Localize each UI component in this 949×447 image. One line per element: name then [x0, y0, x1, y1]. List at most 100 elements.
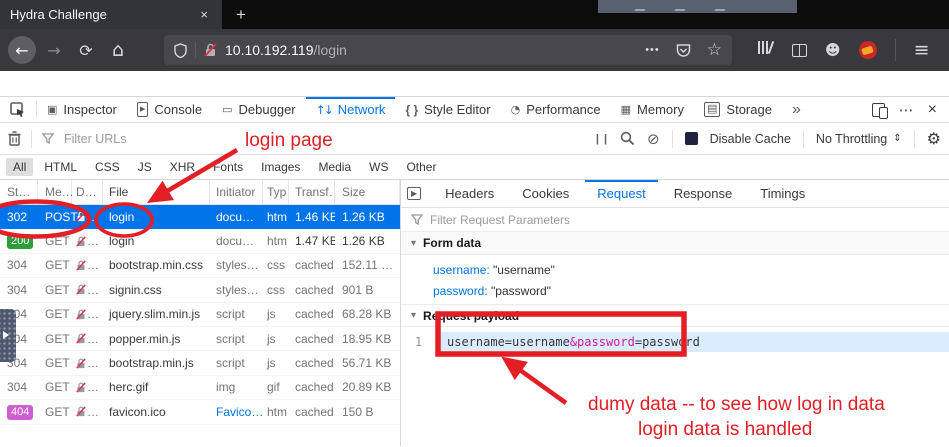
tab-timings[interactable]: Timings — [748, 180, 817, 207]
pick-element-button[interactable] — [0, 97, 36, 122]
list-item[interactable]: username: "username" — [433, 260, 949, 281]
extension-icon[interactable] — [858, 41, 877, 59]
request-list-header[interactable]: St… Me… D… File Initiator Typ Transf… Si… — [0, 180, 400, 205]
domain-cell: … — [72, 283, 103, 297]
col-method[interactable]: Me… — [38, 180, 74, 204]
tab-title: Hydra Challenge — [10, 7, 107, 22]
table-row[interactable]: 200 GET … login docu… htm 1.47 KB 1.26 K… — [0, 229, 400, 254]
reload-button[interactable]: ⟳ — [72, 36, 100, 64]
split-panel-toggle-icon[interactable]: ▶ — [407, 187, 422, 200]
filter-all[interactable]: All — [6, 158, 34, 176]
request-payload-section-header[interactable]: ▾ Request payload — [401, 304, 949, 327]
list-item[interactable]: password: "password" — [433, 281, 949, 302]
sidebar-icon[interactable] — [792, 43, 807, 57]
tab-storage[interactable]: ▤ Storage — [694, 97, 782, 122]
size-cell: 152.11 … — [342, 258, 394, 273]
status-cell: 304 — [7, 282, 28, 297]
table-row[interactable]: 302 POST … login docu… htm 1.46 KB 1.26 … — [0, 205, 400, 230]
table-row[interactable]: 304 GET … herc.gif img gif cached 20.89 … — [0, 376, 400, 401]
tab-label: Performance — [526, 102, 601, 117]
table-row[interactable]: 304 GET … jquery.slim.min.js script js c… — [0, 303, 400, 327]
tab-style-editor[interactable]: { } Style Editor — [395, 97, 500, 122]
tab-debugger[interactable]: ▭ Debugger — [212, 97, 306, 122]
request-payload-source[interactable]: 1 username=username&password=password — [401, 332, 949, 352]
page-actions-icon[interactable]: ••• — [645, 44, 660, 56]
payload-code-line[interactable]: username=username&password=password — [437, 332, 949, 352]
devtools-more-icon[interactable]: ⋯ — [899, 101, 914, 119]
table-row[interactable]: 304 GET … bootstrap.min.js script js cac… — [0, 351, 400, 376]
filter-media[interactable]: Media — [311, 158, 358, 176]
home-button[interactable]: ⌂ — [104, 36, 132, 64]
disable-cache-checkbox[interactable] — [684, 132, 698, 145]
toolbar-divider — [671, 129, 673, 148]
table-row[interactable]: 304 GET … signin.css styles… css cached … — [0, 278, 400, 303]
shield-icon[interactable] — [174, 42, 187, 58]
filter-js[interactable]: JS — [131, 158, 159, 176]
col-transferred[interactable]: Transf… — [289, 180, 335, 204]
initiator-cell: script — [216, 307, 245, 322]
tab-response[interactable]: Response — [662, 180, 745, 207]
size-cell: 18.95 KB — [342, 331, 392, 346]
filter-fonts[interactable]: Fonts — [206, 158, 250, 176]
param-name: username: — [433, 263, 490, 277]
table-row[interactable]: 304 GET … bootstrap.min.css styles… css … — [0, 254, 400, 279]
initiator-cell: img — [216, 380, 236, 395]
tab-label: Memory — [637, 102, 684, 117]
tab-request[interactable]: Request — [585, 180, 657, 207]
responsive-design-icon[interactable] — [871, 102, 888, 119]
pause-recording-icon[interactable]: | | — [596, 133, 608, 145]
initiator-link[interactable]: Favico… — [210, 405, 263, 419]
tab-inspector[interactable]: ▣ Inspector — [37, 97, 127, 122]
new-tab-button[interactable]: + — [222, 0, 260, 29]
back-button[interactable]: ← — [8, 36, 36, 64]
disable-cache-label[interactable]: Disable Cache — [710, 132, 791, 146]
filter-request-parameters-input[interactable]: Filter Request Parameters — [401, 208, 949, 232]
col-domain[interactable]: D… — [72, 180, 103, 204]
file-cell: login — [109, 234, 135, 249]
filter-other[interactable]: Other — [399, 158, 443, 176]
tab-memory[interactable]: ▦ Memory — [611, 97, 694, 122]
col-initiator[interactable]: Initiator — [210, 180, 263, 204]
search-icon[interactable] — [620, 131, 635, 146]
form-data-section-header[interactable]: ▾ Form data — [401, 232, 949, 255]
filter-html[interactable]: HTML — [37, 158, 84, 176]
library-icon[interactable] — [758, 41, 775, 59]
table-row[interactable]: 304 GET … popper.min.js script js cached… — [0, 327, 400, 352]
tab-headers[interactable]: Headers — [433, 180, 506, 207]
cutoff-popup — [598, 0, 797, 13]
filter-urls-input[interactable]: Filter URLs — [64, 132, 127, 146]
tab-performance[interactable]: ◔ Performance — [501, 97, 611, 122]
pocket-icon[interactable] — [676, 43, 691, 58]
network-icon: ↑↓ — [315, 102, 334, 117]
tab-overflow-chevron[interactable]: » — [782, 97, 811, 122]
forward-button[interactable]: → — [40, 36, 68, 64]
col-file[interactable]: File — [103, 180, 210, 204]
network-settings-gear-icon[interactable]: ⚙ — [927, 129, 941, 148]
filter-ws[interactable]: WS — [362, 158, 395, 176]
throttling-select[interactable]: No Throttling ⇕ — [816, 132, 902, 146]
screen-capture-dock[interactable] — [0, 309, 16, 362]
url-bar[interactable]: 10.10.192.119 /login ••• ☆ — [164, 35, 732, 65]
type-cell: htm — [267, 404, 288, 419]
col-status[interactable]: St… — [0, 180, 38, 204]
menu-icon[interactable]: ≡ — [914, 39, 930, 61]
tab-cookies[interactable]: Cookies — [510, 180, 581, 207]
filter-images[interactable]: Images — [254, 158, 307, 176]
filter-xhr[interactable]: XHR — [163, 158, 202, 176]
insecure-lock-icon[interactable] — [204, 43, 217, 57]
account-icon[interactable]: ☻ — [825, 41, 841, 59]
col-type[interactable]: Typ — [263, 180, 289, 204]
col-size[interactable]: Size — [335, 180, 400, 204]
devtools-close-icon[interactable]: × — [928, 101, 937, 119]
table-row[interactable]: 404 GET … favicon.ico Favico… htm cached… — [0, 400, 400, 425]
tab-console[interactable]: ▸ Console — [127, 97, 212, 122]
type-cell: css — [267, 282, 285, 297]
tab-network[interactable]: ↑↓ Network — [306, 97, 396, 122]
clear-requests-icon[interactable] — [8, 131, 21, 146]
block-icon[interactable]: ⊘ — [647, 130, 660, 148]
bookmark-star-icon[interactable]: ☆ — [707, 40, 722, 60]
browser-tab[interactable]: Hydra Challenge × — [0, 0, 222, 29]
file-cell: bootstrap.min.js — [109, 356, 194, 371]
filter-css[interactable]: CSS — [88, 158, 127, 176]
tab-close-icon[interactable]: × — [196, 7, 212, 22]
